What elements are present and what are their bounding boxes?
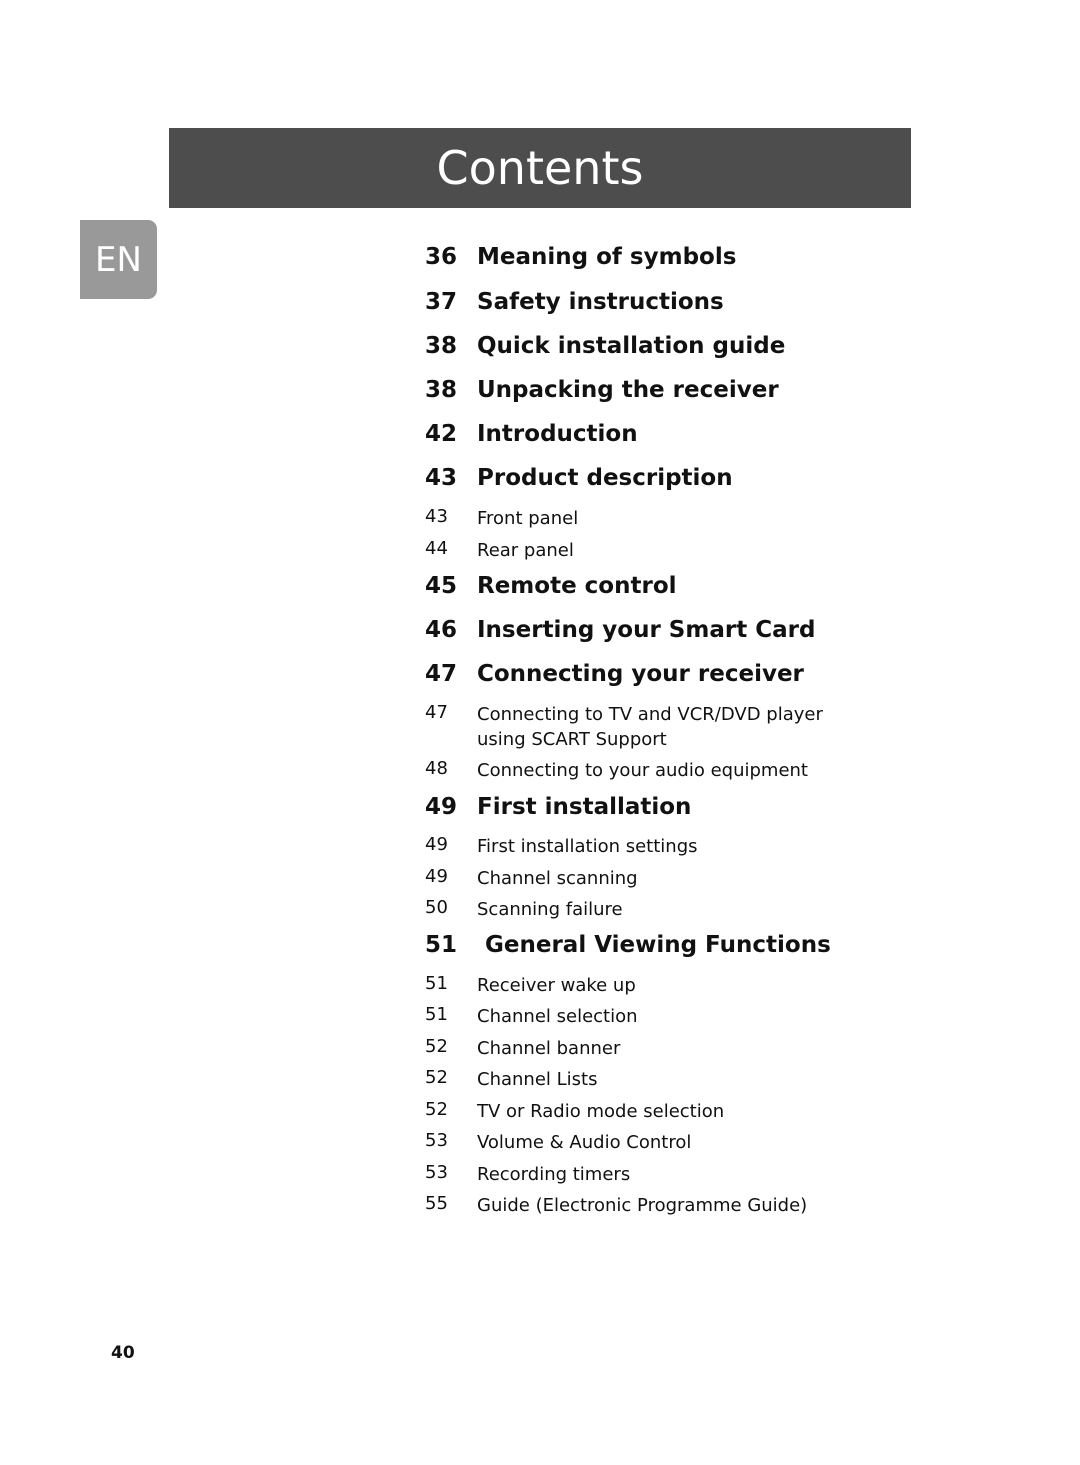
toc-entry[interactable]: 46 Inserting your Smart Card [425,617,815,643]
toc-subentry[interactable]: 48 Connecting to your audio equipment [425,758,877,783]
toc-title: Volume & Audio Control [477,1132,692,1153]
toc-page-number: 55 [425,1193,448,1214]
toc-title: Quick installation guide [477,333,786,359]
toc-page-number: 43 [425,506,448,527]
toc-subentry[interactable]: 44 Rear panel [425,538,877,563]
toc-entry[interactable]: 42 Introduction [425,421,638,447]
toc-page-number: 53 [425,1162,448,1183]
toc-subentry[interactable]: 55 Guide (Electronic Programme Guide) [425,1193,877,1218]
toc-entry[interactable]: 47 Connecting your receiver [425,661,804,687]
toc-entry[interactable]: 49 First installation [425,794,691,820]
toc-page-number: 42 [425,421,458,447]
toc-subentry[interactable]: 50 Scanning failure [425,897,877,922]
toc-page-number: 36 [425,244,458,270]
toc-page-number: 44 [425,538,448,559]
toc-page-number: 53 [425,1130,448,1151]
toc-subentry[interactable]: 53 Volume & Audio Control [425,1130,877,1155]
toc-page-number: 52 [425,1067,448,1088]
toc-page-number: 43 [425,465,458,491]
toc-subentry[interactable]: 51 Receiver wake up [425,973,877,998]
toc-title: General Viewing Functions [485,932,831,958]
toc-entry[interactable]: 43 Product description [425,465,733,491]
toc-page-number: 51 [425,1004,448,1025]
toc-title: Scanning failure [477,899,623,920]
toc-subentry[interactable]: 51 Channel selection [425,1004,877,1029]
toc-page-number: 38 [425,333,458,359]
toc-page-number: 51 [425,973,448,994]
toc-page-number: 50 [425,897,448,918]
toc-title: Connecting to TV and VCR/DVD player usin… [477,704,823,750]
toc-entry[interactable]: 45 Remote control [425,573,677,599]
contents-header-bar: Contents [169,128,911,208]
toc-subentry[interactable]: 49 First installation settings [425,834,877,859]
language-badge: EN [80,220,157,299]
toc-page-number: 47 [425,702,448,723]
toc-page-number: 49 [425,794,458,820]
toc-page-number: 52 [425,1036,448,1057]
toc-entry[interactable]: 37 Safety instructions [425,289,724,315]
toc-title: Remote control [477,573,677,599]
language-label: EN [95,239,142,280]
toc-entry[interactable]: 38 Quick installation guide [425,333,785,359]
toc-title: Meaning of symbols [477,244,737,270]
toc-subentry[interactable]: 43 Front panel [425,506,877,531]
toc-subentry[interactable]: 52 Channel Lists [425,1067,877,1092]
toc-title: Unpacking the receiver [477,377,779,403]
toc-title: Product description [477,465,733,491]
page-title: Contents [436,141,644,195]
toc-page-number: 47 [425,661,458,687]
toc-page-number: 51 [425,932,458,958]
toc-page-number: 49 [425,866,448,887]
toc-title: Channel banner [477,1038,621,1059]
toc-title: First installation settings [477,836,698,857]
toc-title: First installation [477,794,692,820]
toc-title: Inserting your Smart Card [477,617,816,643]
toc-page-number: 45 [425,573,458,599]
toc-title: Connecting to your audio equipment [477,760,808,781]
toc-title: Guide (Electronic Programme Guide) [477,1195,808,1216]
toc-title: Rear panel [477,540,574,561]
toc-subentry[interactable]: 53 Recording timers [425,1162,877,1187]
toc-title: Recording timers [477,1164,631,1185]
toc-page-number: 37 [425,289,458,315]
toc-entry[interactable]: 36 Meaning of symbols [425,244,736,270]
toc-subentry[interactable]: 52 TV or Radio mode selection [425,1099,877,1124]
toc-title: Front panel [477,508,579,529]
toc-title: Channel Lists [477,1069,598,1090]
toc-subentry[interactable]: 49 Channel scanning [425,866,877,891]
toc-title: TV or Radio mode selection [477,1101,725,1122]
toc-title: Safety instructions [477,289,724,315]
toc-page-number: 49 [425,834,448,855]
toc-entry[interactable]: 51 General Viewing Functions [425,932,831,958]
toc-page-number: 52 [425,1099,448,1120]
toc-subentry[interactable]: 47 Connecting to TV and VCR/DVD player u… [425,702,877,752]
toc-entry[interactable]: 38 Unpacking the receiver [425,377,779,403]
footer-page-number: 40 [111,1343,135,1363]
toc-title: Channel selection [477,1006,638,1027]
toc-title: Introduction [477,421,638,447]
toc-page-number: 46 [425,617,458,643]
toc-subentry[interactable]: 52 Channel banner [425,1036,877,1061]
toc-title: Connecting your receiver [477,661,804,687]
toc-title: Channel scanning [477,868,638,889]
toc-page-number: 38 [425,377,458,403]
toc-page-number: 48 [425,758,448,779]
toc-title: Receiver wake up [477,975,636,996]
